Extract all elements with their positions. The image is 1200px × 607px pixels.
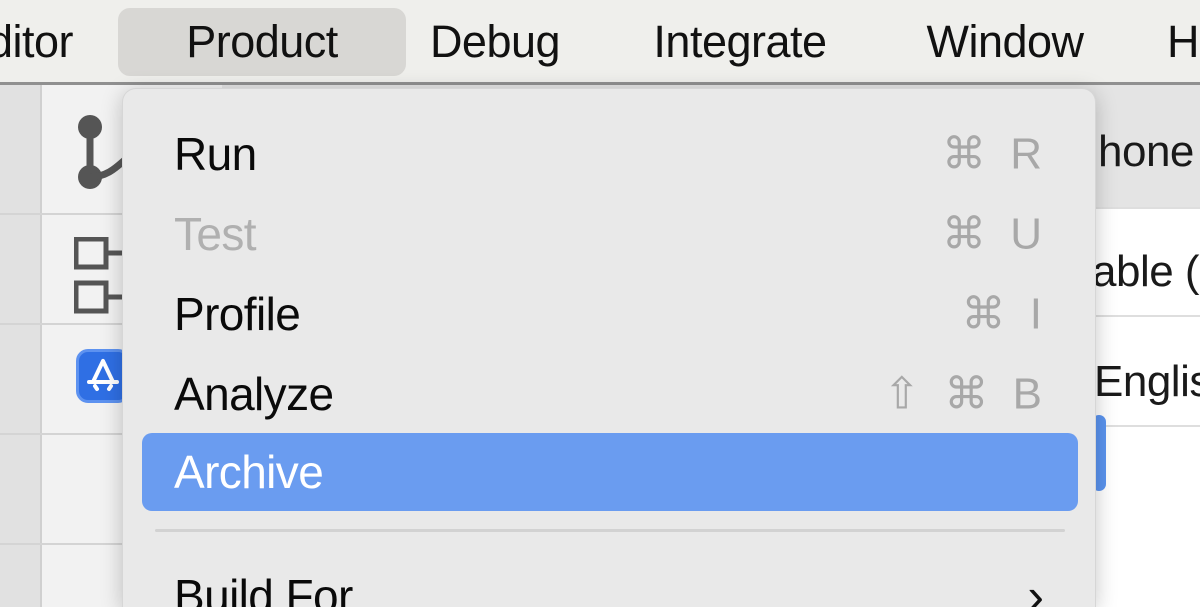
bg-text-capability: able (n <box>1092 247 1200 296</box>
menubar: ditor Product Debug Integrate Window H <box>0 0 1200 85</box>
menu-item-run-label: Run <box>174 128 257 180</box>
bg-text-language: English <box>1094 357 1200 406</box>
background-right-divider <box>1096 315 1200 317</box>
menu-item-build-for[interactable]: Build For › <box>142 557 1078 607</box>
menubar-item-editor-label: ditor <box>0 16 74 67</box>
menubar-item-help[interactable]: H <box>1167 8 1200 76</box>
chevron-right-icon: › <box>1027 568 1044 607</box>
menu-item-profile-label: Profile <box>174 288 301 340</box>
menubar-item-help-label: H <box>1167 16 1200 67</box>
menu-item-archive-label: Archive <box>174 446 324 498</box>
background-right-divider <box>1096 425 1200 427</box>
menu-item-archive[interactable]: Archive <box>142 433 1078 511</box>
menubar-item-debug[interactable]: Debug <box>420 8 570 76</box>
menubar-item-integrate-label: Integrate <box>653 16 827 67</box>
menu-item-test: Test ⌘ U <box>142 195 1078 273</box>
menubar-item-debug-label: Debug <box>429 16 561 67</box>
background-left-gutter <box>0 85 42 607</box>
menu-item-profile-shortcut: ⌘ I <box>961 289 1048 339</box>
menubar-item-window[interactable]: Window <box>915 8 1095 76</box>
background-right-divider <box>1096 207 1200 209</box>
menubar-item-product-label: Product <box>186 16 338 67</box>
menu-item-build-for-label: Build For <box>174 570 353 607</box>
menu-item-run-shortcut: ⌘ R <box>942 129 1048 179</box>
menubar-item-product[interactable]: Product <box>118 8 406 76</box>
bg-text-device: hone 1 <box>1098 127 1200 176</box>
menubar-item-editor[interactable]: ditor <box>0 8 108 76</box>
menu-item-test-label: Test <box>174 208 257 260</box>
menu-separator <box>155 529 1065 532</box>
menu-item-analyze-shortcut: ⇧ ⌘ B <box>883 369 1048 419</box>
xcode-product-menu-screenshot: hone 1 able (n English Run ⌘ R Test ⌘ U … <box>0 0 1200 607</box>
menu-item-test-shortcut: ⌘ U <box>942 209 1048 259</box>
menu-item-analyze-label: Analyze <box>174 368 334 420</box>
menubar-item-window-label: Window <box>926 16 1084 67</box>
menubar-item-integrate[interactable]: Integrate <box>640 8 840 76</box>
menu-item-analyze[interactable]: Analyze ⇧ ⌘ B <box>142 355 1078 433</box>
menu-item-run[interactable]: Run ⌘ R <box>142 115 1078 193</box>
menu-item-profile[interactable]: Profile ⌘ I <box>142 275 1078 353</box>
product-dropdown-menu: Run ⌘ R Test ⌘ U Profile ⌘ I Analyze ⇧ ⌘… <box>122 88 1096 607</box>
